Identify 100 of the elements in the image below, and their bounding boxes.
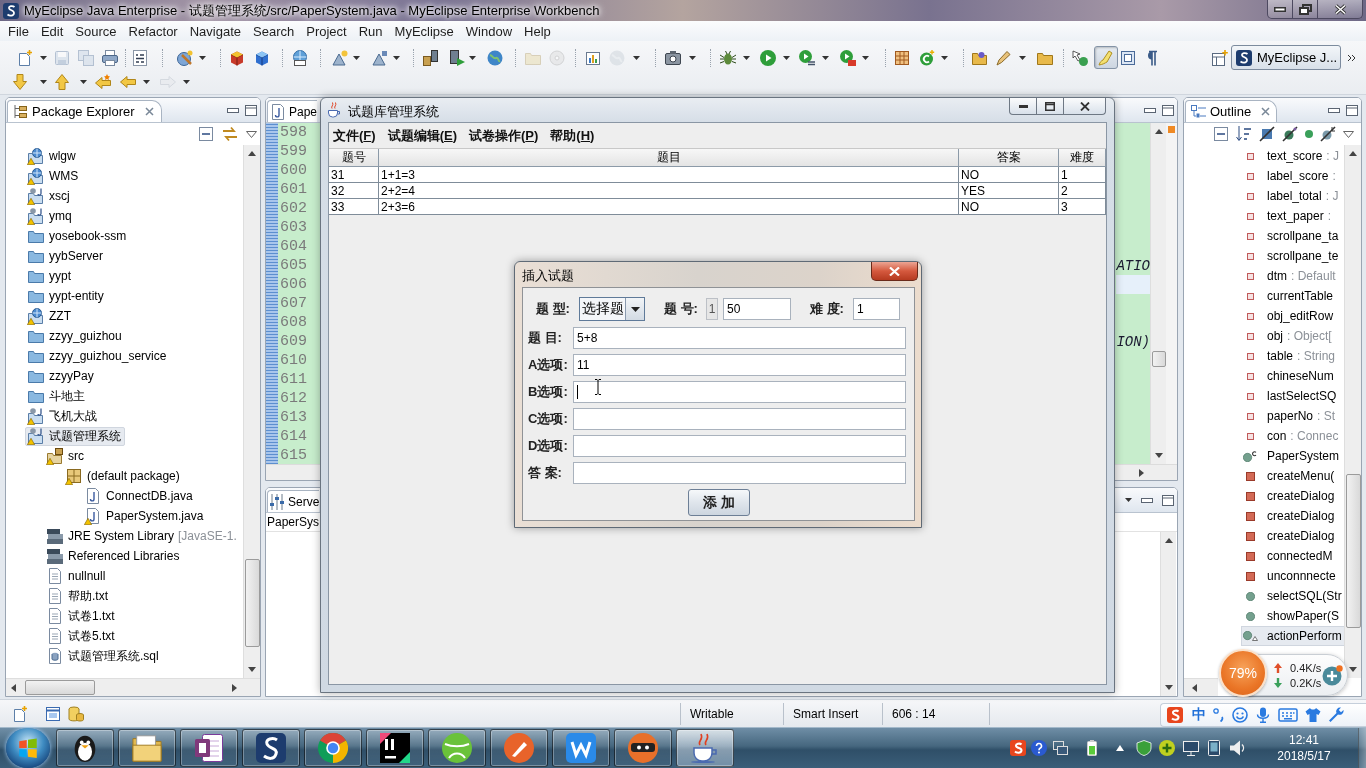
tree-item[interactable]: ymq: [25, 206, 76, 226]
scroll-left-arrow-icon[interactable]: [1192, 683, 1197, 692]
dropdown-arrow-icon[interactable]: [783, 55, 790, 60]
scrollbar-thumb[interactable]: [244, 559, 260, 647]
scroll-up-arrow-icon[interactable]: [1164, 538, 1173, 543]
input-field[interactable]: [573, 381, 906, 403]
menu-item[interactable]: Edit: [34, 22, 70, 40]
toggle-button[interactable]: [1094, 46, 1118, 69]
menu-item[interactable]: Navigate: [183, 22, 247, 40]
dropdown-button[interactable]: [625, 298, 644, 320]
restore-button[interactable]: [1292, 0, 1318, 19]
input-mode[interactable]: 中: [1192, 706, 1206, 724]
tree-item[interactable]: ConnectDB.java: [82, 486, 197, 506]
menu-item[interactable]: Run: [352, 22, 389, 40]
outline-item[interactable]: createDialog: [1241, 486, 1344, 506]
dropdown-arrow-icon[interactable]: [40, 80, 47, 84]
outline-item[interactable]: createDialog: [1241, 526, 1344, 546]
horizontal-scrollbar[interactable]: [1184, 678, 1218, 696]
outline-item[interactable]: scrollpane_ta: [1241, 226, 1344, 246]
taskbar-button[interactable]: [552, 729, 610, 767]
taskbar-button[interactable]: [56, 729, 114, 767]
cube-icon[interactable]: [229, 49, 245, 66]
outline-item[interactable]: connectedM: [1241, 546, 1344, 566]
scroll-up-arrow-icon[interactable]: [1154, 129, 1163, 134]
column-header[interactable]: 难度: [1059, 149, 1106, 167]
taskbar-button[interactable]: [676, 729, 734, 767]
play-list-icon[interactable]: [799, 49, 815, 66]
smiley-icon[interactable]: [1232, 707, 1248, 723]
taskbar-button[interactable]: [118, 729, 176, 767]
outline-item[interactable]: showPaper(S: [1241, 606, 1344, 626]
show-desktop-button[interactable]: [1358, 728, 1366, 768]
pointer-circle-icon[interactable]: [1072, 49, 1088, 66]
menu-item[interactable]: MyEclipse: [388, 22, 460, 40]
printer-icon[interactable]: [102, 49, 118, 66]
cube-icon[interactable]: [254, 49, 270, 66]
menu-item[interactable]: Project: [300, 22, 353, 40]
tree-item[interactable]: yosebook-ssm: [25, 226, 131, 246]
tree-item[interactable]: Referenced Libraries: [44, 546, 184, 566]
maximize-icon[interactable]: [1346, 104, 1358, 116]
outline-item[interactable]: lastSelectSQ: [1241, 386, 1344, 406]
scroll-up-arrow-icon[interactable]: [248, 151, 256, 156]
battery-icon[interactable]: [1086, 740, 1098, 756]
dropdown-arrow-icon[interactable]: [689, 55, 696, 60]
vertical-scrollbar[interactable]: [1160, 532, 1176, 696]
input-field[interactable]: [573, 435, 906, 457]
dropdown-arrow-icon[interactable]: [822, 55, 829, 60]
outline-item[interactable]: createMenu(: [1241, 466, 1344, 486]
input-field[interactable]: 5+8: [573, 327, 906, 349]
taskbar-button[interactable]: [490, 729, 548, 767]
horizontal-scrollbar[interactable]: [6, 678, 260, 696]
tree-item[interactable]: (default package): [63, 466, 184, 486]
minimize-button[interactable]: [1009, 98, 1037, 115]
monitor-icon[interactable]: [1183, 740, 1199, 756]
dropdown-arrow-icon[interactable]: [199, 55, 206, 60]
outline-item[interactable]: text_paper :: [1241, 206, 1344, 226]
outline-item[interactable]: unconnnecte: [1241, 566, 1344, 586]
input-field[interactable]: 11: [573, 354, 906, 376]
server-icon[interactable]: [422, 49, 438, 66]
close-icon[interactable]: [1261, 107, 1271, 116]
arrow-up-icon[interactable]: [54, 74, 70, 90]
minimize-icon[interactable]: [1144, 107, 1156, 113]
plus-circle-icon[interactable]: [1159, 740, 1175, 756]
taskbar-button[interactable]: [614, 729, 672, 767]
play-toolbox-icon[interactable]: [840, 49, 856, 66]
tree-item[interactable]: JRE System Library [JavaSE-1.: [44, 526, 241, 546]
maximize-icon[interactable]: [1162, 104, 1174, 116]
taskbar-button[interactable]: [428, 729, 486, 767]
outline-item[interactable]: selectSQL(Str: [1241, 586, 1344, 606]
ball-wrench-icon[interactable]: [177, 49, 193, 66]
input-field[interactable]: [573, 408, 906, 430]
chart-icon[interactable]: [585, 49, 601, 66]
help-icon[interactable]: [1031, 740, 1047, 756]
dropdown-arrow-icon[interactable]: [183, 80, 190, 84]
dropdown[interactable]: 选择题: [579, 297, 645, 321]
tree-item[interactable]: 试题管理系统: [25, 426, 125, 446]
minimize-icon[interactable]: [1328, 107, 1340, 113]
caret-up-icon[interactable]: [1116, 745, 1124, 751]
tree-item[interactable]: WMS: [25, 166, 83, 186]
column-header[interactable]: 题号: [329, 149, 379, 167]
menu-item[interactable]: 试题编辑(E): [381, 126, 463, 145]
tree-item[interactable]: src: [44, 446, 88, 466]
page-plus-icon[interactable]: [12, 705, 28, 722]
arrow-down-icon[interactable]: [12, 74, 28, 90]
vertical-scrollbar[interactable]: [1344, 145, 1361, 678]
windows-icon[interactable]: [1053, 741, 1068, 755]
view-tab[interactable]: Package Explorer: [7, 100, 162, 122]
dropdown-arrow-icon[interactable]: [469, 55, 476, 60]
globe-icon[interactable]: [487, 49, 503, 66]
outline-item[interactable]: paperNo : St: [1241, 406, 1344, 426]
outline-item[interactable]: actionPerform: [1241, 626, 1344, 646]
outline-item[interactable]: obj_editRow: [1241, 306, 1344, 326]
vertical-scrollbar[interactable]: [1150, 123, 1166, 464]
dropdown-arrow-icon[interactable]: [862, 55, 869, 60]
input-field[interactable]: 50: [723, 298, 791, 320]
input-field[interactable]: 1: [853, 298, 900, 320]
scroll-left-arrow-icon[interactable]: [11, 683, 16, 692]
pen-icon[interactable]: [996, 49, 1012, 66]
dropdown-arrow-icon[interactable]: [1125, 498, 1132, 502]
taskbar-button[interactable]: [304, 729, 362, 767]
menu-item[interactable]: Search: [247, 22, 301, 40]
